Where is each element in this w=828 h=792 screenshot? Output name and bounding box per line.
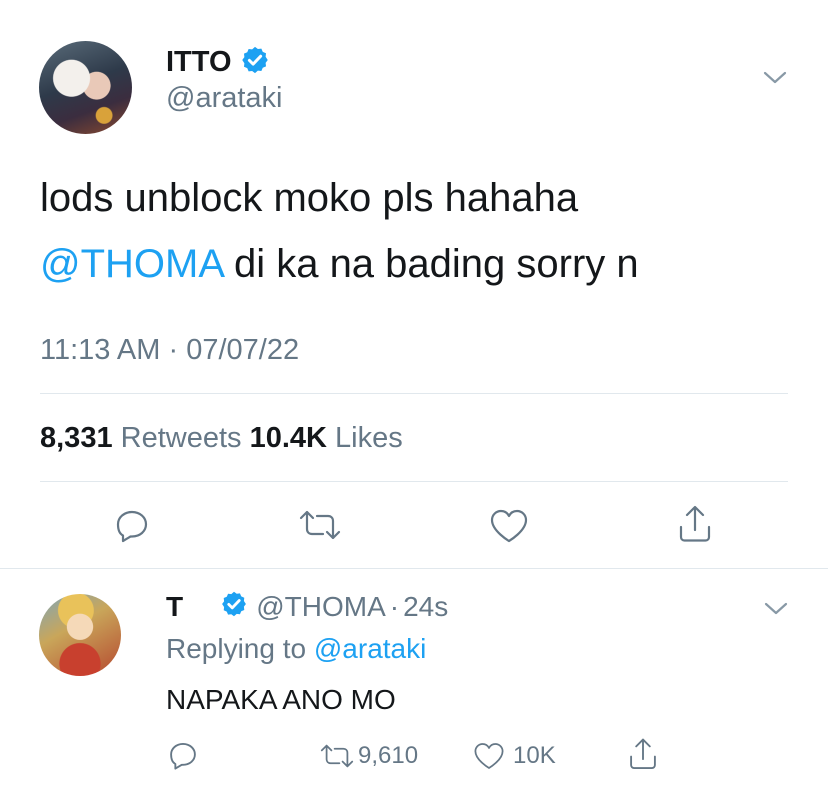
mention-link[interactable]: @THOMA [40,242,223,286]
author-display-name[interactable]: ITTO [166,46,232,79]
avatar-thoma[interactable] [39,594,121,676]
reply-header: T @THOMA · 24s [166,590,448,624]
author-name-row: ITTO [166,44,270,80]
reply-text: NAPAKA ANO MO [166,684,396,715]
reply-age[interactable]: 24s [403,591,448,623]
tweet-stats: 8,331 Retweets 10.4K Likes [40,422,403,455]
reply-separator: · [389,591,400,622]
retweets-label[interactable]: Retweets [121,422,242,454]
replying-to-link[interactable]: @arataki [314,633,426,664]
reply-reply-button[interactable] [166,738,200,777]
reply-retweet-count: 9,610 [358,742,419,769]
like-button[interactable] [488,506,530,551]
retweet-icon [320,744,354,768]
reply-like-count: 10K [513,742,556,769]
divider [40,393,788,394]
replying-to: Replying to @arataki [166,633,426,665]
reply-share-button[interactable] [626,736,660,777]
divider [40,481,788,482]
verified-icon [240,45,270,80]
reply-icon [116,510,148,543]
reply-display-name[interactable]: T [166,591,183,623]
retweet-button[interactable] [297,505,343,550]
tweet-timestamp[interactable]: 11:13 AM · 07/07/22 [40,334,299,367]
tweet-text-line-2-rest: di ka na bading sorry n [222,242,639,286]
divider [0,568,828,569]
share-button[interactable] [675,503,715,550]
timestamp-separator: · [168,334,179,366]
like-icon [490,509,528,543]
tweet-text-line-1: lods unblock moko pls hahaha [40,176,579,220]
retweet-icon [299,510,341,540]
tweet-text-line-2: @THOMA di ka na bading sorry n [40,238,800,290]
chevron-down-icon[interactable] [760,66,790,93]
reply-icon [170,743,196,770]
replying-prefix: Replying to [166,633,314,664]
reply-button[interactable] [112,505,152,550]
likes-label[interactable]: Likes [335,422,403,454]
likes-count[interactable]: 10.4K [250,422,327,454]
chevron-down-icon[interactable] [762,598,790,623]
share-icon [679,505,711,542]
avatar-itto[interactable] [39,41,132,134]
tweet-date: 07/07/22 [186,334,300,366]
reply-handle[interactable]: @THOMA [256,591,386,623]
like-icon [474,743,504,769]
reply-like-button[interactable]: 10K [471,740,556,772]
retweets-count[interactable]: 8,331 [40,422,113,454]
share-icon [630,738,656,769]
tweet-text: lods unblock moko pls hahaha @THOMA di k… [40,172,800,290]
tweet-time: 11:13 AM [40,334,161,366]
author-handle[interactable]: @arataki [166,82,282,115]
reply-retweet-button[interactable]: 9,610 [318,740,418,772]
